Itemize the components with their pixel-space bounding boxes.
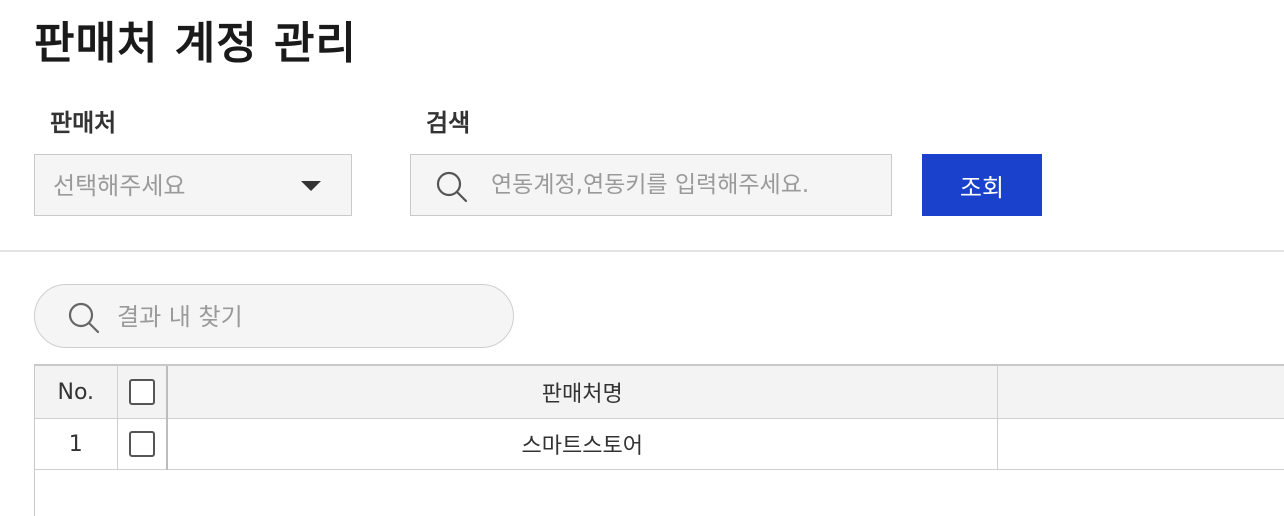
row-seller-name: 스마트스토어 (167, 418, 998, 470)
page-title: 판매처 계정 관리 (34, 18, 357, 69)
search-field[interactable] (410, 154, 892, 216)
table-header-row: No. 판매처명 (35, 366, 1284, 419)
row-checkbox-cell (117, 418, 168, 470)
search-input[interactable] (491, 165, 886, 205)
result-search-input[interactable] (117, 297, 497, 337)
caret-down-icon (301, 181, 321, 191)
column-header-checkbox (117, 366, 168, 419)
row-extra (997, 418, 1284, 470)
query-button[interactable]: 조회 (922, 154, 1042, 216)
seller-select-value: 선택해주세요 (53, 172, 186, 200)
search-label: 검색 (426, 109, 471, 137)
column-header-no[interactable]: No. (35, 366, 118, 419)
select-all-checkbox[interactable] (128, 379, 155, 405)
seller-label: 판매처 (50, 109, 117, 137)
seller-select[interactable]: 선택해주세요 (34, 154, 352, 216)
column-header-seller-name[interactable]: 판매처명 (167, 366, 998, 419)
table-row[interactable]: 1 스마트스토어 (35, 418, 1284, 470)
row-number: 1 (35, 418, 118, 470)
seller-table: No. 판매처명 1 스마트스토어 (34, 364, 1284, 516)
search-icon (436, 171, 468, 203)
result-search-field[interactable] (34, 284, 514, 348)
search-icon (68, 302, 100, 334)
section-divider (0, 250, 1284, 252)
column-header-extra (997, 366, 1284, 419)
row-checkbox[interactable] (128, 431, 155, 457)
